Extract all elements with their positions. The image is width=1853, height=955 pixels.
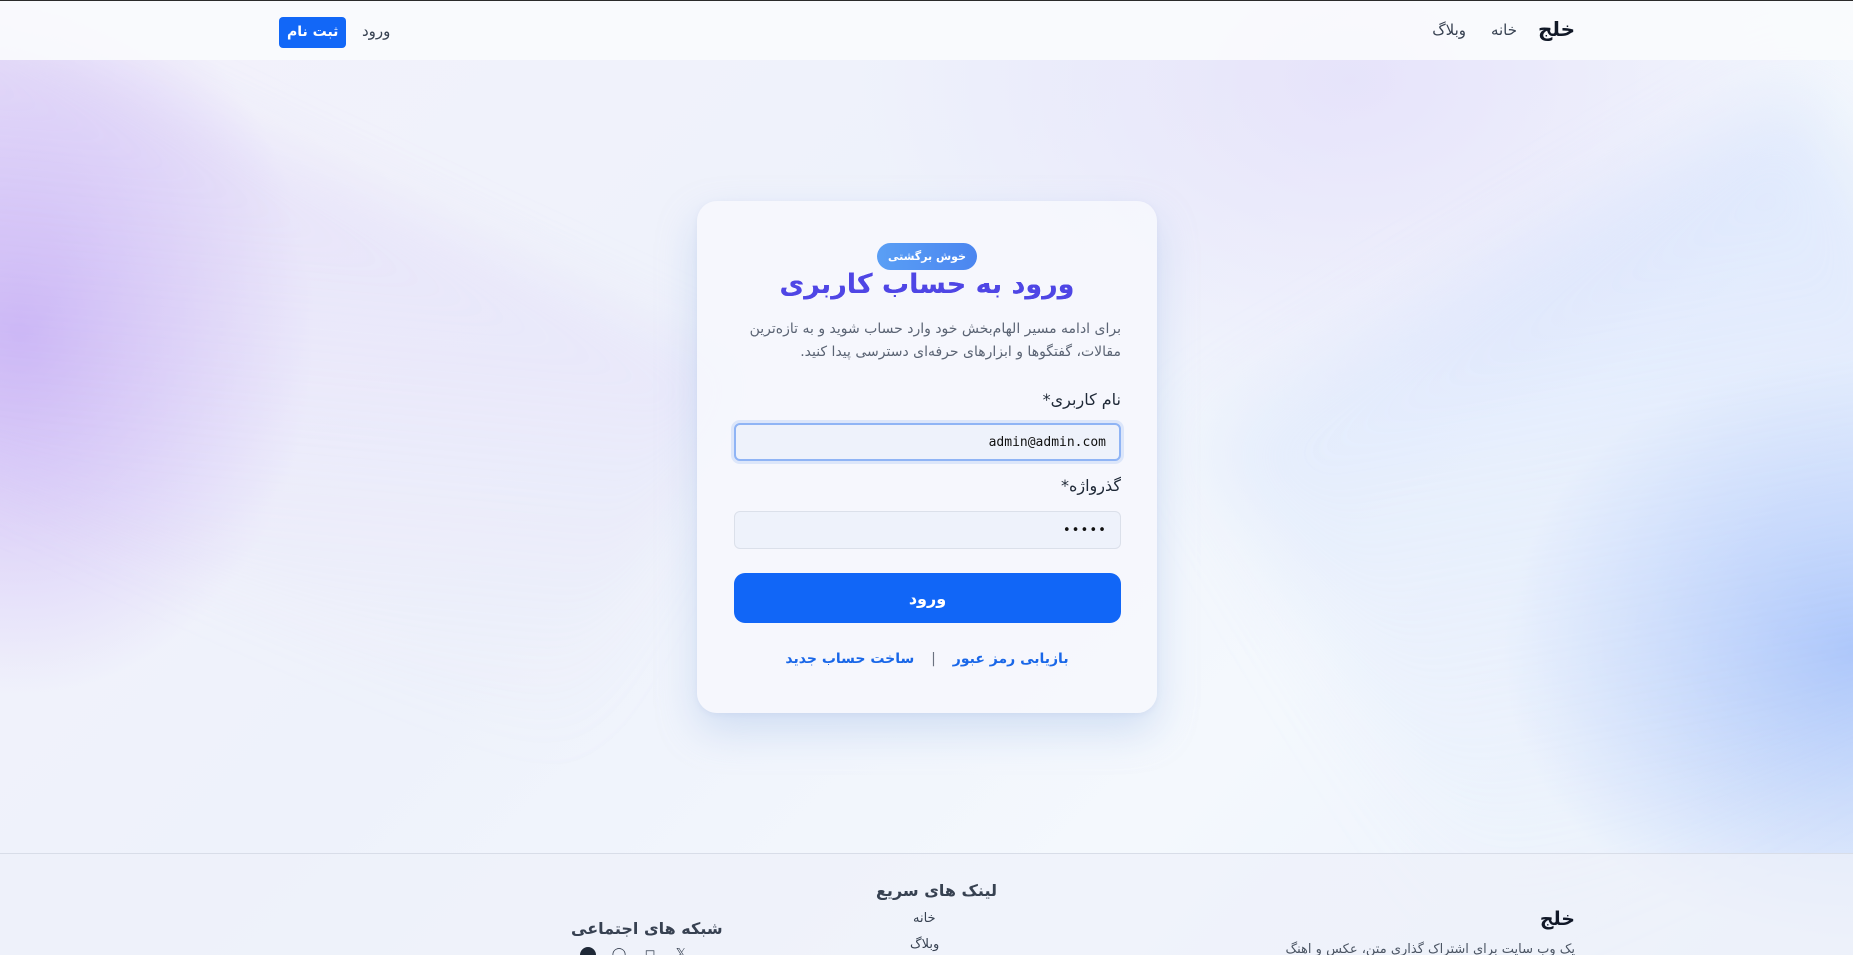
instagram-icon[interactable]: ◻	[642, 947, 658, 955]
link-separator: |	[931, 651, 936, 667]
nav-blog-link[interactable]: وبلاگ	[1432, 21, 1466, 39]
quick-links-title: لینک های سریع	[876, 881, 997, 900]
login-submit-button[interactable]: ورود	[734, 573, 1121, 623]
top-navbar: خلج خانه وبلاگ ورود ثبت نام	[0, 0, 1853, 60]
login-title: ورود به حساب کاربری	[697, 269, 1157, 300]
social-icons: 𝕏 ◻ ◯	[580, 947, 689, 955]
signup-button[interactable]: ثبت نام	[279, 17, 347, 48]
social-title: شبکه های اجتماعی	[571, 919, 723, 938]
background-glow-right	[1199, 85, 1853, 955]
register-link[interactable]: ساخت حساب جدید	[785, 651, 914, 667]
nav-login-link[interactable]: ورود	[362, 22, 390, 40]
login-card: خوش برگشتی ورود به حساب کاربری برای ادام…	[697, 201, 1157, 713]
footer-home-link[interactable]: خانه	[913, 911, 936, 926]
login-description: برای ادامه مسیر الهام‌بخش خود وارد حساب …	[749, 321, 1121, 360]
x-icon[interactable]: 𝕏	[673, 947, 689, 955]
background-glow-left	[0, 0, 747, 751]
site-footer: خلج یک وب سایت برای اشتراک گذاری متن، عک…	[0, 853, 1853, 955]
footer-tagline: یک وب سایت برای اشتراک گذاری متن، عکس و …	[1285, 942, 1576, 955]
welcome-badge: خوش برگشتی	[877, 243, 977, 270]
password-input[interactable]	[734, 511, 1121, 549]
brand-logo[interactable]: خلج	[1538, 17, 1575, 41]
password-label: گذرواژه*	[1060, 476, 1121, 495]
nav-home-link[interactable]: خانه	[1491, 21, 1517, 39]
forgot-password-link[interactable]: بازیابی رمز عبور	[953, 651, 1069, 667]
auth-links: بازیابی رمز عبور | ساخت حساب جدید	[697, 651, 1157, 667]
footer-blog-link[interactable]: وبلاگ	[910, 937, 939, 952]
github-icon[interactable]	[580, 947, 596, 955]
footer-brand: خلج	[1539, 908, 1575, 930]
username-input[interactable]	[734, 423, 1121, 461]
whatsapp-icon[interactable]: ◯	[611, 947, 627, 955]
username-label: نام کاربری*	[1042, 390, 1121, 409]
